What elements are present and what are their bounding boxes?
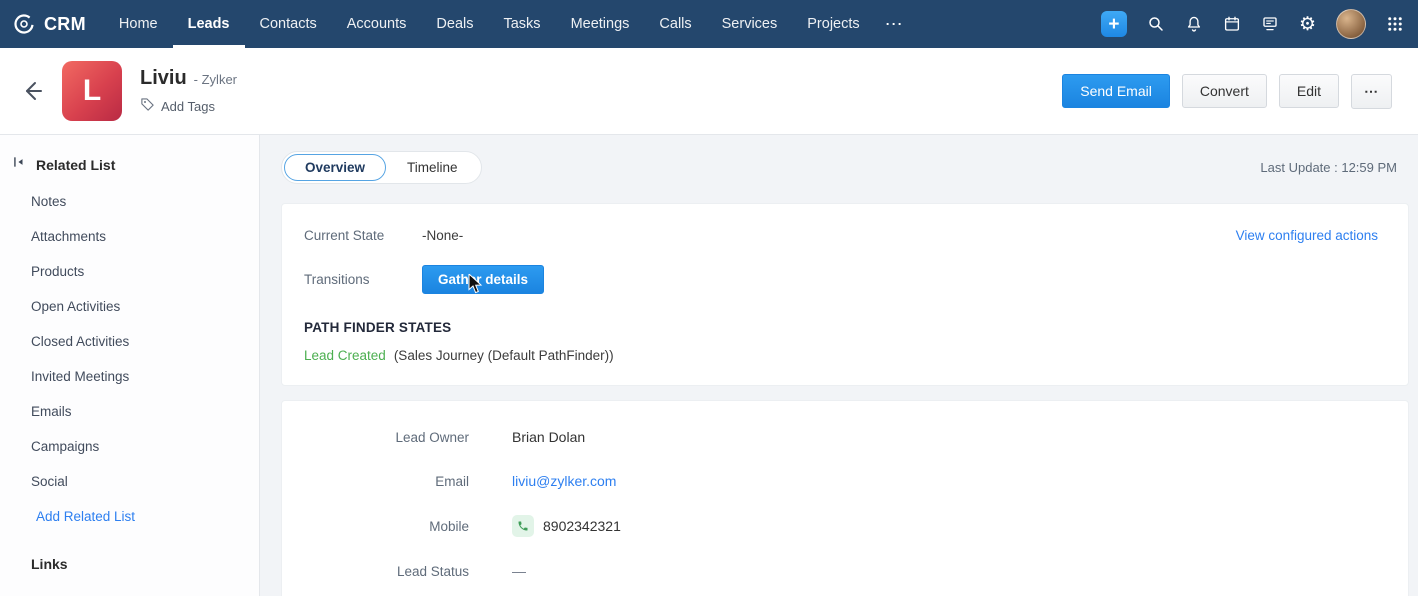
edit-button[interactable]: Edit [1278,74,1339,108]
field-row-lead-owner: Lead Owner Brian Dolan [304,427,1386,447]
lead-owner-label: Lead Owner [395,429,469,445]
record-name: Liviu [140,67,187,89]
primary-nav: Home Leads Contacts Accounts Deals Tasks… [104,0,914,48]
record-actions: Send Email Convert Edit ⋯ [1062,73,1392,109]
billing-icon[interactable] [1261,15,1279,33]
record-avatar: L [62,61,122,121]
nav-tasks[interactable]: Tasks [488,0,555,48]
transitions-label: Transitions [304,272,370,287]
record-avatar-letter: L [82,74,102,107]
top-navigation-bar: CRM Home Leads Contacts Accounts Deals T… [0,0,1418,48]
nav-services[interactable]: Services [707,0,793,48]
quick-create-button[interactable]: + [1100,11,1127,37]
related-list-sidebar: Related List Notes Attachments Products … [0,135,260,596]
content-area: Related List Notes Attachments Products … [0,135,1418,596]
nav-leads[interactable]: Leads [172,0,245,48]
settings-gear-icon[interactable]: ⚙ [1299,15,1316,34]
add-tags-button[interactable]: Add Tags [140,97,237,115]
back-arrow-icon[interactable] [20,79,44,103]
notifications-bell-icon[interactable] [1185,15,1203,33]
nav-home[interactable]: Home [104,0,173,48]
nav-meetings[interactable]: Meetings [556,0,645,48]
current-state-label: Current State [304,228,385,243]
email-label: Email [435,473,469,489]
pathfinder-states-title: PATH FINDER STATES [304,320,452,335]
related-list-title: Related List [36,156,116,173]
nav-accounts[interactable]: Accounts [332,0,422,48]
sidebar-item-attachments[interactable]: Attachments [0,219,259,254]
links-section-title: Links [31,556,68,572]
tab-overview[interactable]: Overview [284,154,387,181]
sidebar-item-social[interactable]: Social [0,464,259,499]
sidebar-item-products[interactable]: Products [0,254,259,289]
nav-deals[interactable]: Deals [421,0,488,48]
main-panel: Overview Timeline Last Update : 12:59 PM… [260,135,1418,596]
record-company: - Zylker [193,72,238,87]
sidebar-item-invited-meetings[interactable]: Invited Meetings [0,359,259,394]
lead-status-label: Lead Status [396,563,469,579]
field-row-mobile: Mobile 8902342321 [304,515,1386,537]
convert-button[interactable]: Convert [1181,74,1267,108]
sidebar-item-campaigns[interactable]: Campaigns [0,429,259,464]
mobile-value[interactable]: 8902342321 [543,518,621,534]
sidebar-item-notes[interactable]: Notes [0,184,259,219]
crm-logo-icon [12,12,36,36]
lead-details-card: Lead Owner Brian Dolan Email liviu@zylke… [281,400,1409,596]
record-title-block: Liviu - Zylker Add Tags [140,67,237,115]
sidebar-item-emails[interactable]: Emails [0,394,259,429]
topnav-right-icons: + ⚙ [1100,0,1404,48]
pathfinder-state-value[interactable]: Lead Created [304,348,386,363]
last-update-text: Last Update : 12:59 PM [1260,160,1397,175]
view-tabs: Overview Timeline [281,151,482,184]
mobile-label: Mobile [429,518,469,534]
nav-contacts[interactable]: Contacts [245,0,332,48]
pathfinder-card: Current State -None- View configured act… [281,203,1409,386]
send-email-button[interactable]: Send Email [1062,74,1170,108]
email-value-link[interactable]: liviu@zylker.com [512,473,616,489]
brand-name: CRM [44,13,86,34]
brand[interactable]: CRM [12,0,86,48]
search-icon[interactable] [1147,15,1165,33]
nav-more-icon[interactable]: ⋯ [875,0,914,48]
nav-calls[interactable]: Calls [644,0,706,48]
add-tags-label: Add Tags [161,98,215,114]
tag-icon [140,97,155,115]
pathfinder-journey-text: (Sales Journey (Default PathFinder)) [393,348,614,363]
calendar-icon[interactable] [1223,15,1241,33]
current-state-value: -None- [422,228,464,243]
field-row-lead-status: Lead Status — [304,561,1386,581]
sidebar-item-open-activities[interactable]: Open Activities [0,289,259,324]
record-header: L Liviu - Zylker Add Tags Send Email Con… [0,48,1418,135]
tabs-row: Overview Timeline Last Update : 12:59 PM [281,151,1409,184]
nav-projects[interactable]: Projects [792,0,874,48]
phone-call-icon[interactable] [512,515,534,537]
user-avatar[interactable] [1336,9,1366,39]
add-related-list-link[interactable]: Add Related List [0,499,259,534]
view-configured-actions-link[interactable]: View configured actions [1236,228,1386,243]
plus-icon: + [1108,13,1120,35]
tab-timeline[interactable]: Timeline [386,154,479,181]
apps-grid-icon[interactable] [1386,15,1404,33]
lead-status-value: — [512,563,526,579]
lead-owner-value: Brian Dolan [512,429,586,445]
more-actions-button[interactable]: ⋯ [1351,73,1392,109]
field-row-email: Email liviu@zylker.com [304,471,1386,491]
collapse-panel-icon[interactable] [12,155,26,174]
sidebar-item-closed-activities[interactable]: Closed Activities [0,324,259,359]
gather-details-button[interactable]: Gather details [422,265,545,294]
